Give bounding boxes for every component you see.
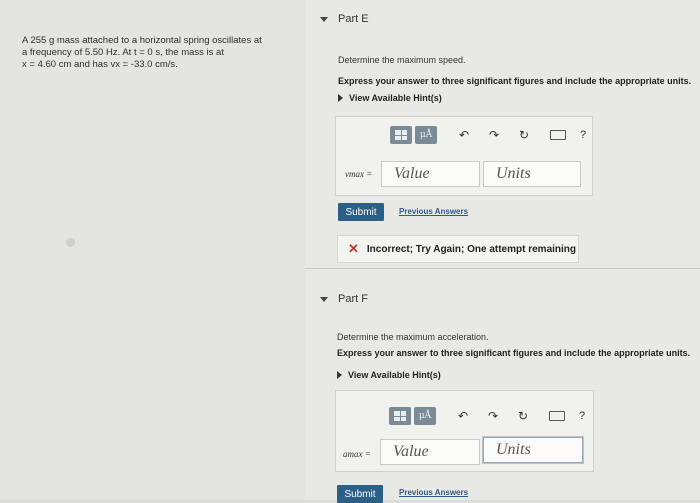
template-button[interactable] bbox=[389, 407, 411, 425]
undo-icon[interactable]: ↶ bbox=[458, 128, 470, 142]
help-icon[interactable]: ? bbox=[579, 410, 585, 422]
template-button[interactable] bbox=[390, 126, 412, 144]
part-f-title: Part F bbox=[338, 293, 368, 305]
collapse-caret-icon[interactable] bbox=[320, 16, 328, 22]
part-f-units-input[interactable]: Units bbox=[483, 437, 583, 463]
part-f-question: Determine the maximum acceleration. bbox=[337, 332, 489, 342]
units-symbol: μÅ bbox=[419, 130, 433, 140]
problem-statement: A 255 g mass attached to a horizontal sp… bbox=[22, 35, 292, 71]
part-f-submit-button[interactable]: Submit bbox=[337, 485, 383, 503]
problem-line-2: a frequency of 5.50 Hz. At t = 0 s, the … bbox=[22, 47, 224, 58]
loading-dot bbox=[66, 238, 75, 247]
part-e-submit-button[interactable]: Submit bbox=[338, 203, 384, 221]
part-f-instruction: Express your answer to three significant… bbox=[337, 348, 691, 358]
problem-line-3: x = 4.60 cm and has vx = -33.0 cm/s. bbox=[22, 59, 178, 70]
units-symbol: μÅ bbox=[418, 411, 432, 421]
expand-arrow-icon bbox=[338, 94, 343, 102]
part-e-feedback-text: Incorrect; Try Again; One attempt remain… bbox=[366, 243, 577, 255]
part-f-value-input[interactable]: Value bbox=[380, 439, 480, 465]
expand-arrow-icon bbox=[337, 371, 342, 379]
part-e-toolbar: μÅ ↶ ↷ ↻ ? bbox=[390, 126, 586, 144]
part-e-question: Determine the maximum speed. bbox=[338, 55, 466, 65]
part-e-feedback: ✕ Incorrect; Try Again; One attempt rema… bbox=[337, 235, 579, 263]
redo-icon[interactable]: ↷ bbox=[487, 409, 499, 423]
part-f-previous-answers-link[interactable]: Previous Answers bbox=[399, 488, 468, 497]
part-f-hint-label: View Available Hint(s) bbox=[348, 370, 441, 380]
units-button[interactable]: μÅ bbox=[414, 407, 436, 425]
part-f-hint-toggle[interactable]: View Available Hint(s) bbox=[337, 370, 441, 380]
reset-icon[interactable]: ↻ bbox=[517, 409, 529, 423]
templates-icon bbox=[394, 411, 406, 421]
problem-pane: A 255 g mass attached to a horizontal sp… bbox=[0, 0, 305, 500]
part-e-hint-label: View Available Hint(s) bbox=[349, 93, 442, 103]
part-e-previous-answers-link[interactable]: Previous Answers bbox=[399, 207, 468, 216]
part-e-value-input[interactable]: Value bbox=[381, 161, 480, 187]
keyboard-icon[interactable] bbox=[550, 130, 566, 140]
redo-icon[interactable]: ↷ bbox=[488, 128, 500, 142]
keyboard-icon[interactable] bbox=[549, 411, 565, 421]
problem-line-1: A 255 g mass attached to a horizontal sp… bbox=[22, 35, 262, 46]
part-f-variable-label: amax = bbox=[343, 449, 371, 459]
part-e-header[interactable]: Part E bbox=[320, 13, 369, 25]
part-divider bbox=[305, 268, 700, 269]
part-e-instruction: Express your answer to three significant… bbox=[338, 76, 692, 86]
undo-icon[interactable]: ↶ bbox=[457, 409, 469, 423]
collapse-caret-icon[interactable] bbox=[320, 296, 328, 302]
units-button[interactable]: μÅ bbox=[415, 126, 437, 144]
part-e-units-input[interactable]: Units bbox=[483, 161, 581, 187]
templates-icon bbox=[395, 130, 407, 140]
part-e-title: Part E bbox=[338, 13, 369, 25]
help-icon[interactable]: ? bbox=[580, 129, 586, 141]
part-e-variable-label: vmax = bbox=[345, 169, 373, 179]
reset-icon[interactable]: ↻ bbox=[518, 128, 530, 142]
part-e-hint-toggle[interactable]: View Available Hint(s) bbox=[338, 93, 442, 103]
part-f-header[interactable]: Part F bbox=[320, 293, 368, 305]
part-f-toolbar: μÅ ↶ ↷ ↻ ? bbox=[389, 407, 585, 425]
incorrect-x-icon: ✕ bbox=[348, 241, 359, 256]
